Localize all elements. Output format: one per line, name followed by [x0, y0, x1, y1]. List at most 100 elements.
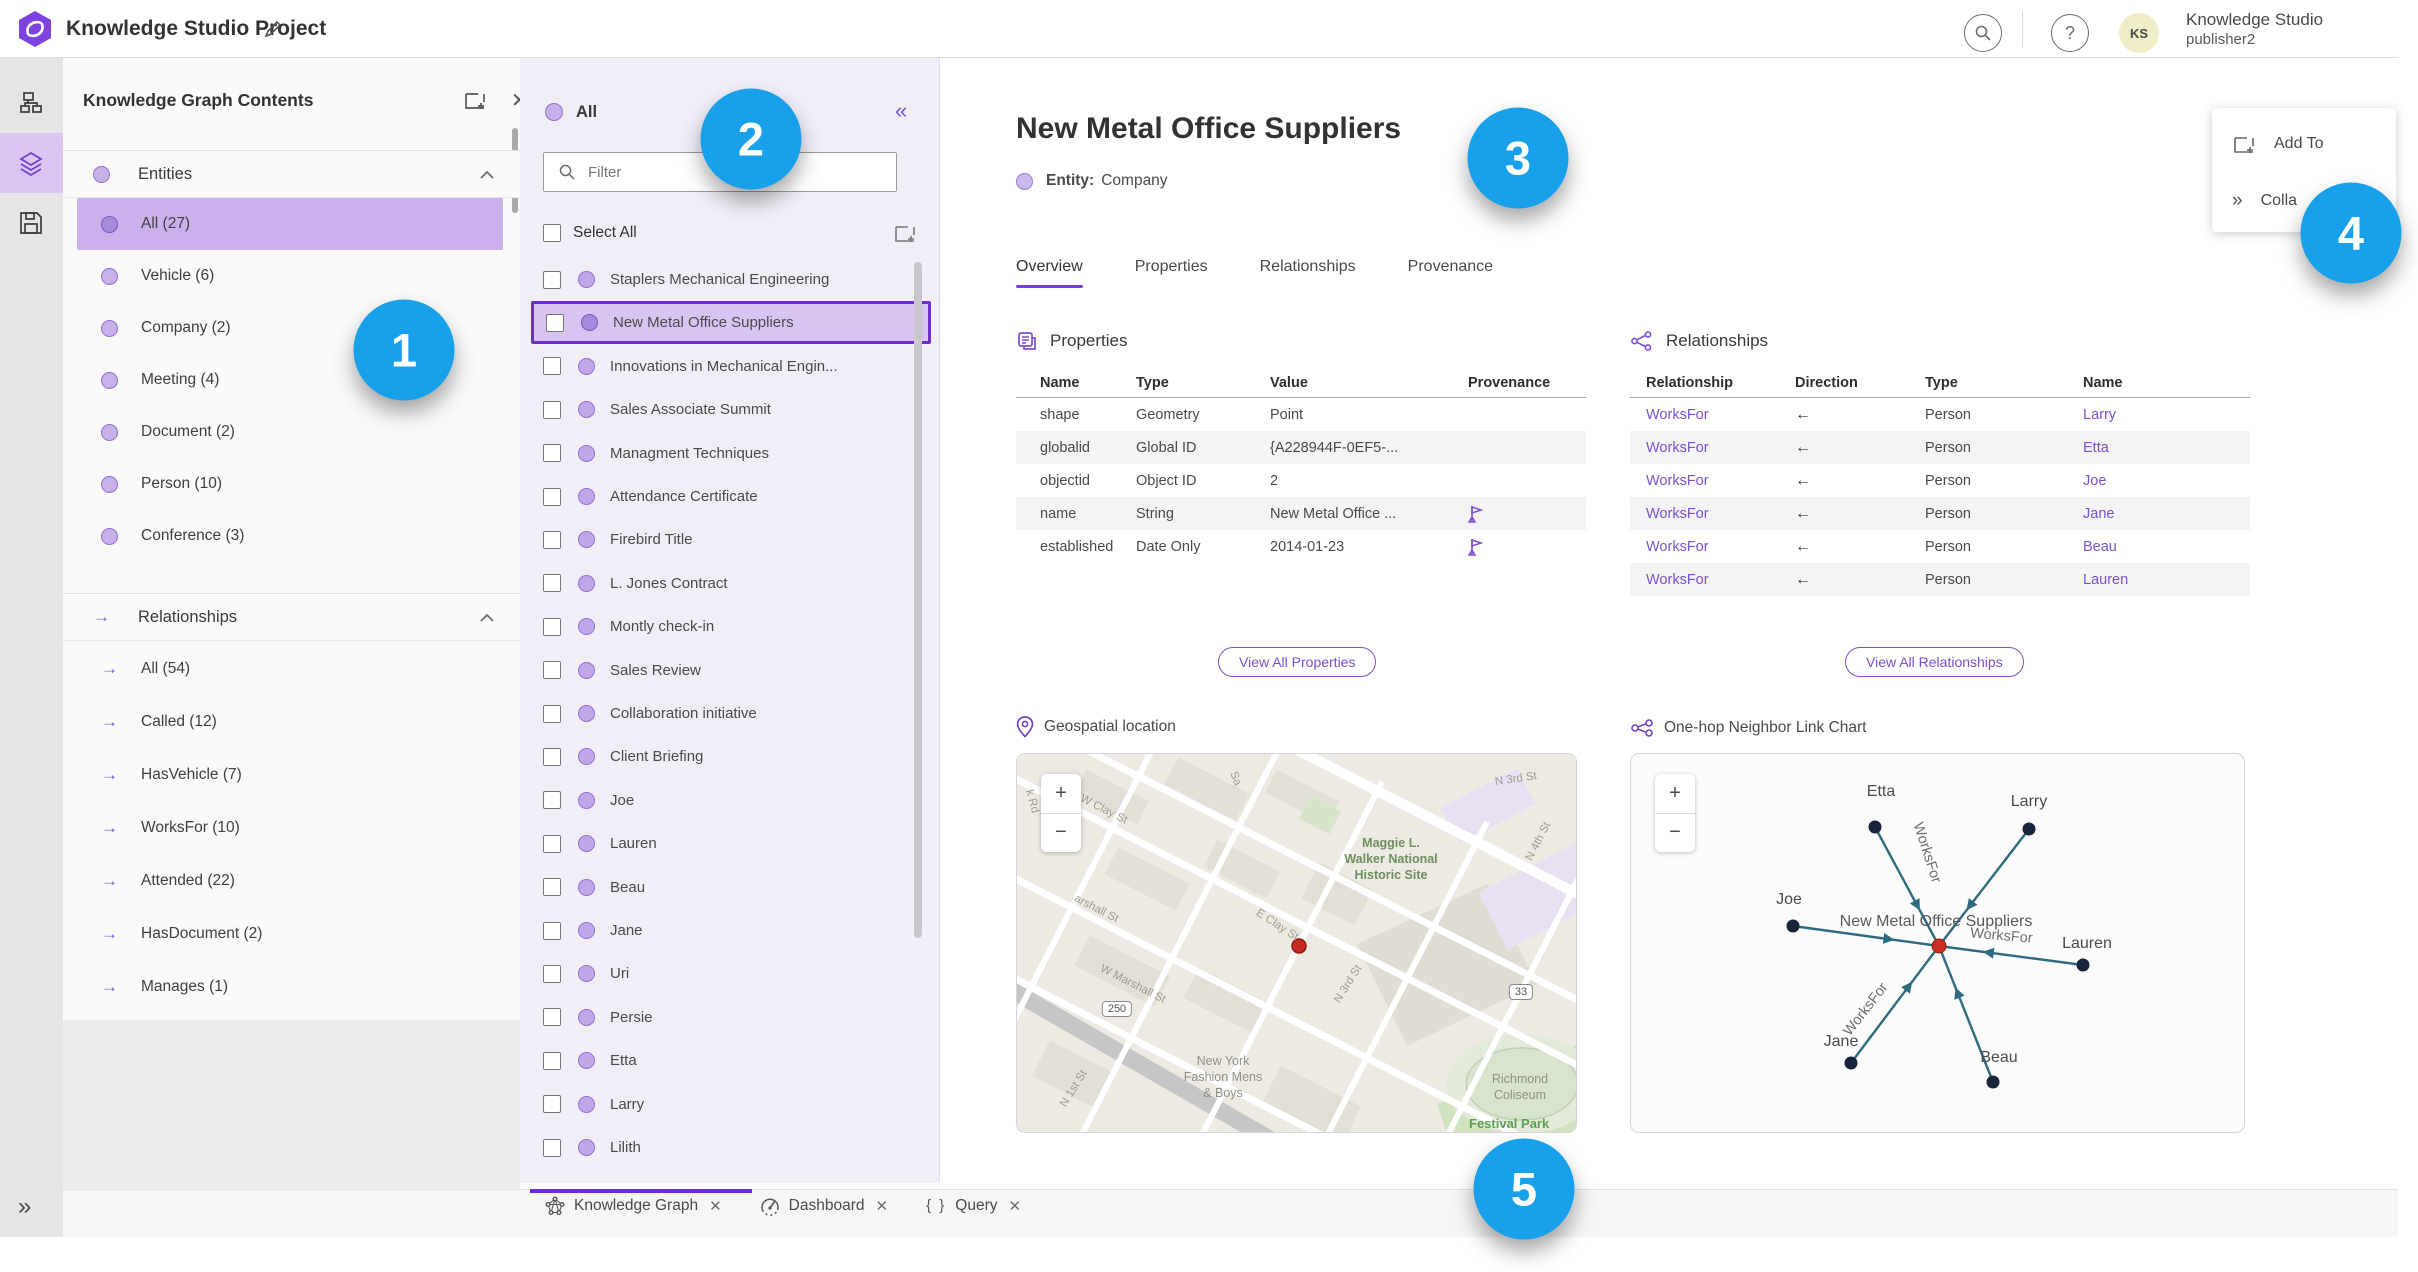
- list-item[interactable]: L. Jones Contract: [531, 562, 931, 605]
- item-checkbox[interactable]: [543, 791, 561, 810]
- close-tab-icon[interactable]: ✕: [1008, 1197, 1021, 1215]
- close-tab-icon[interactable]: ✕: [709, 1197, 722, 1215]
- save-button[interactable]: [14, 206, 48, 240]
- item-checkbox[interactable]: [543, 357, 561, 376]
- item-checkbox[interactable]: [543, 704, 561, 723]
- relationship-link[interactable]: WorksFor: [1630, 473, 1795, 489]
- search-button[interactable]: [1964, 14, 2002, 52]
- expand-rail-button[interactable]: »: [18, 1193, 31, 1221]
- relationship-link[interactable]: WorksFor: [1630, 407, 1795, 423]
- relationship-link[interactable]: WorksFor: [1630, 506, 1795, 522]
- contents-button[interactable]: [14, 146, 48, 180]
- list-item[interactable]: Sales Review: [531, 649, 931, 692]
- link-chart[interactable]: Etta Larry Joe Lauren Jane Beau New Metal Offi…: [1630, 753, 2245, 1133]
- sidebar-item-entity[interactable]: Person (10): [63, 458, 520, 510]
- add-window-icon[interactable]: [463, 88, 487, 112]
- tab-overview[interactable]: Overview: [1016, 258, 1083, 288]
- zoom-in-button[interactable]: +: [1041, 774, 1081, 814]
- relationship-name-link[interactable]: Larry: [2083, 407, 2223, 423]
- list-item[interactable]: Lauren: [531, 822, 931, 865]
- item-checkbox[interactable]: [543, 530, 561, 549]
- tab-provenance[interactable]: Provenance: [1408, 258, 1493, 286]
- avatar[interactable]: KS: [2119, 13, 2159, 53]
- item-checkbox[interactable]: [543, 444, 561, 463]
- item-checkbox[interactable]: [543, 270, 561, 289]
- list-item[interactable]: Larry: [531, 1083, 931, 1126]
- help-button[interactable]: ?: [2051, 14, 2089, 52]
- tab-relationships[interactable]: Relationships: [1260, 258, 1356, 286]
- sidebar-item-entity[interactable]: Document (2): [63, 406, 520, 458]
- item-checkbox[interactable]: [543, 1138, 561, 1157]
- sidebar-item-relationship[interactable]: → HasDocument (2): [63, 908, 520, 960]
- collapse-item[interactable]: » Colla: [2232, 190, 2297, 212]
- relationship-name-link[interactable]: Beau: [2083, 539, 2223, 555]
- list-item[interactable]: Jane: [531, 909, 931, 952]
- relationship-name-link[interactable]: Jane: [2083, 506, 2223, 522]
- prop-provenance[interactable]: [1446, 537, 1556, 557]
- sidebar-item-entity[interactable]: Vehicle (6): [63, 250, 520, 302]
- item-checkbox[interactable]: [543, 661, 561, 680]
- list-item[interactable]: Etta: [531, 1039, 931, 1082]
- list-item[interactable]: Beau: [531, 866, 931, 909]
- list-item[interactable]: Sales Associate Summit: [531, 388, 931, 431]
- map[interactable]: k Rd W Clay St Sa N 3rd St N 4th St Maggie L.…: [1016, 753, 1577, 1133]
- item-checkbox[interactable]: [543, 834, 561, 853]
- list-item[interactable]: Staplers Mechanical Engineering: [531, 258, 931, 301]
- relationships-section-header[interactable]: → Relationships: [63, 593, 520, 641]
- collapse-panel-icon[interactable]: «: [895, 98, 907, 124]
- list-item[interactable]: Managment Techniques: [531, 432, 931, 475]
- sidebar-item-entity[interactable]: Conference (3): [63, 510, 520, 562]
- relationship-name-link[interactable]: Joe: [2083, 473, 2223, 489]
- sidebar-item-relationship[interactable]: → Manages (1): [63, 961, 520, 1013]
- edit-title-icon[interactable]: [262, 18, 284, 40]
- item-checkbox[interactable]: [543, 1008, 561, 1027]
- relationship-name-link[interactable]: Etta: [2083, 440, 2223, 456]
- list-item[interactable]: Joe: [531, 779, 931, 822]
- item-checkbox[interactable]: [543, 574, 561, 593]
- list-item[interactable]: Firebird Title: [531, 518, 931, 561]
- relationship-link[interactable]: WorksFor: [1630, 539, 1795, 555]
- list-item[interactable]: Uri: [531, 952, 931, 995]
- sidebar-item-entity[interactable]: All (27): [77, 198, 503, 250]
- select-all-checkbox[interactable]: [543, 224, 561, 242]
- list-item[interactable]: Attendance Certificate: [531, 475, 931, 518]
- item-checkbox[interactable]: [546, 313, 564, 332]
- list-item[interactable]: Persie: [531, 996, 931, 1039]
- relationship-name-link[interactable]: Lauren: [2083, 572, 2223, 588]
- item-checkbox[interactable]: [543, 400, 561, 419]
- entities-section-header[interactable]: Entities: [63, 150, 520, 198]
- tab-properties[interactable]: Properties: [1135, 258, 1208, 286]
- relationship-link[interactable]: WorksFor: [1630, 572, 1795, 588]
- item-checkbox[interactable]: [543, 878, 561, 897]
- tab-query[interactable]: { } Query ✕: [926, 1197, 1021, 1215]
- add-window-icon[interactable]: [893, 221, 917, 245]
- item-checkbox[interactable]: [543, 921, 561, 940]
- sidebar-item-relationship[interactable]: → All (54): [63, 643, 520, 695]
- add-to-item[interactable]: Add To: [2232, 132, 2324, 156]
- tab-knowledge-graph[interactable]: Knowledge Graph ✕: [545, 1196, 722, 1216]
- item-checkbox[interactable]: [543, 617, 561, 636]
- view-all-properties-button[interactable]: View All Properties: [1218, 647, 1377, 677]
- sidebar-item-relationship[interactable]: → HasVehicle (7): [63, 749, 520, 801]
- prop-provenance[interactable]: [1446, 504, 1556, 524]
- list-item[interactable]: Lilith: [531, 1126, 931, 1169]
- list-item[interactable]: Collaboration initiative: [531, 692, 931, 735]
- close-tab-icon[interactable]: ✕: [876, 1197, 889, 1215]
- item-checkbox[interactable]: [543, 1051, 561, 1070]
- sidebar-item-relationship[interactable]: → Called (12): [63, 696, 520, 748]
- relationship-link[interactable]: WorksFor: [1630, 440, 1795, 456]
- item-checkbox[interactable]: [543, 1095, 561, 1114]
- tab-dashboard[interactable]: Dashboard ✕: [760, 1196, 888, 1216]
- view-all-relationships-button[interactable]: View All Relationships: [1845, 647, 2024, 677]
- item-checkbox[interactable]: [543, 487, 561, 506]
- list-scrollbar[interactable]: [914, 262, 922, 938]
- list-item[interactable]: Client Briefing: [531, 735, 931, 778]
- list-item[interactable]: Montly check-in: [531, 605, 931, 648]
- zoom-out-button[interactable]: −: [1655, 814, 1695, 853]
- sidebar-item-relationship[interactable]: → WorksFor (10): [63, 802, 520, 854]
- data-model-button[interactable]: [14, 86, 48, 120]
- item-checkbox[interactable]: [543, 747, 561, 766]
- sidebar-item-relationship[interactable]: → Attended (22): [63, 855, 520, 907]
- zoom-out-button[interactable]: −: [1041, 814, 1081, 853]
- list-item[interactable]: New Metal Office Suppliers: [531, 301, 931, 345]
